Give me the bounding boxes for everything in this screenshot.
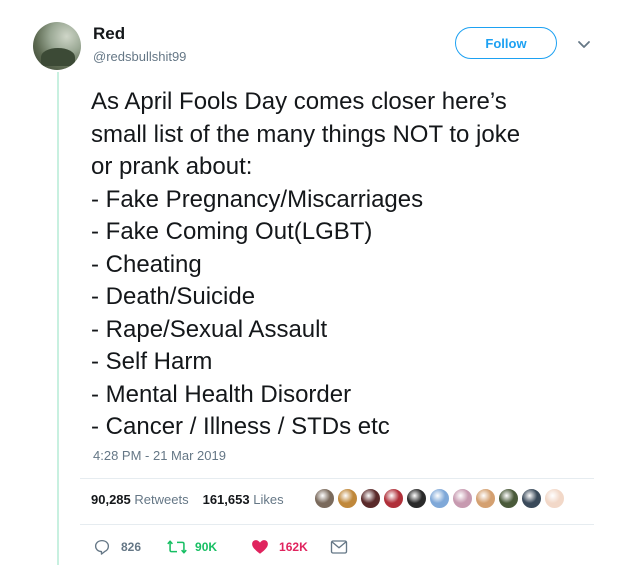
tweet-line: - Fake Pregnancy/Miscarriages xyxy=(91,185,424,213)
retweet-count: 90K xyxy=(195,540,218,554)
reply-count: 826 xyxy=(121,540,142,554)
chevron-down-icon[interactable] xyxy=(574,34,594,54)
tweet-line: - Self Harm xyxy=(91,348,213,375)
retweets-count: 90,285 xyxy=(91,492,131,507)
like-count: 162K xyxy=(279,540,308,554)
user-name[interactable]: Red xyxy=(93,24,125,44)
liker-avatar[interactable] xyxy=(521,488,542,509)
tweet-line: small list of the many things NOT to jok… xyxy=(91,120,521,148)
user-handle[interactable]: @redsbullshit99 xyxy=(93,49,186,64)
likes-count: 161,653 xyxy=(202,492,250,507)
timestamp[interactable]: 4:28 PM - 21 Mar 2019 xyxy=(93,448,226,463)
heart-icon xyxy=(251,538,269,556)
tweet-line: or prank about: xyxy=(91,153,253,180)
tweet-line: - Rape/Sexual Assault xyxy=(91,315,328,343)
liker-avatar[interactable] xyxy=(452,488,473,509)
tweet-line: - Mental Health Disorder xyxy=(91,380,352,408)
like-button[interactable]: 162K xyxy=(251,538,308,556)
divider xyxy=(80,524,594,525)
tweet-line: - Cancer / Illness / STDs etc xyxy=(91,413,390,440)
tweet-text: As April Fools Day comes closer here’s s… xyxy=(91,86,611,444)
envelope-icon xyxy=(330,539,348,555)
reply-icon xyxy=(93,538,111,556)
tweet-line: As April Fools Day comes closer here’s xyxy=(91,88,507,115)
follow-button[interactable]: Follow xyxy=(455,27,557,59)
thread-line xyxy=(57,72,59,565)
liker-avatar[interactable] xyxy=(429,488,450,509)
retweets-stat[interactable]: 90,285 Retweets xyxy=(91,492,189,507)
liker-avatar[interactable] xyxy=(544,488,565,509)
liker-avatars xyxy=(314,488,565,509)
retweet-icon xyxy=(167,538,187,556)
liker-avatar[interactable] xyxy=(475,488,496,509)
avatar[interactable] xyxy=(33,22,81,70)
liker-avatar[interactable] xyxy=(498,488,519,509)
engagement-stats: 90,285 Retweets 161,653 Likes xyxy=(91,492,284,507)
liker-avatar[interactable] xyxy=(383,488,404,509)
liker-avatar[interactable] xyxy=(337,488,358,509)
tweet-actions: 826 90K 162K xyxy=(93,538,348,556)
tweet-line: - Fake Coming Out(LGBT) xyxy=(91,218,373,245)
reply-button[interactable]: 826 xyxy=(93,538,141,556)
retweets-label: Retweets xyxy=(134,492,189,507)
tweet-line: - Cheating xyxy=(91,250,202,278)
direct-message-button[interactable] xyxy=(330,539,348,555)
likes-label: Likes xyxy=(253,492,284,507)
retweet-button[interactable]: 90K xyxy=(167,538,217,556)
liker-avatar[interactable] xyxy=(360,488,381,509)
likes-stat[interactable]: 161,653 Likes xyxy=(203,492,284,507)
liker-avatar[interactable] xyxy=(314,488,335,509)
tweet-line: - Death/Suicide xyxy=(91,283,256,310)
divider xyxy=(80,478,594,479)
liker-avatar[interactable] xyxy=(406,488,427,509)
